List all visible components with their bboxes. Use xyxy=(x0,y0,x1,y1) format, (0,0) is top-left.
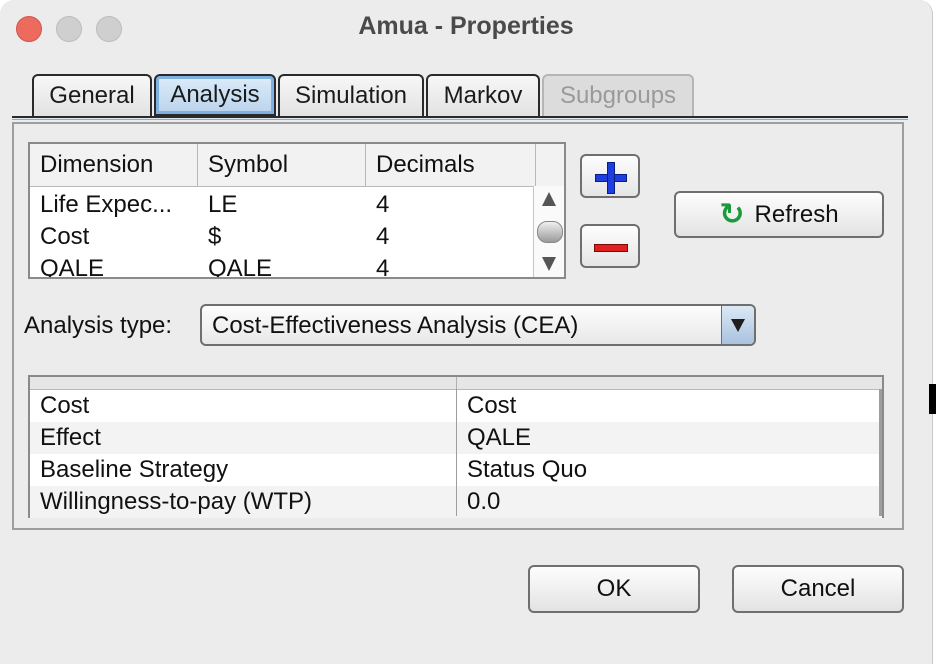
refresh-button[interactable]: ↻ Refresh xyxy=(674,191,884,238)
column-header-decimals[interactable]: Decimals xyxy=(366,144,536,186)
dimension-cell[interactable]: Life Expec... xyxy=(40,189,172,221)
table-header: Dimension Symbol Decimals xyxy=(30,144,564,187)
dimension-cell[interactable]: Cost xyxy=(40,221,89,253)
symbol-cell[interactable]: QALE xyxy=(208,253,272,277)
scroll-down-icon[interactable] xyxy=(542,257,556,271)
param-name-cell: Effect xyxy=(40,424,101,451)
title-bar[interactable]: Amua - Properties xyxy=(0,0,932,56)
analysis-type-value: Cost-Effectiveness Analysis (CEA) xyxy=(212,312,579,339)
column-divider xyxy=(456,377,457,389)
refresh-icon: ↻ xyxy=(719,197,745,231)
decimals-cell[interactable]: 4 xyxy=(376,189,389,221)
table-row[interactable]: QALE QALE 4 xyxy=(30,253,534,277)
cancel-button[interactable]: Cancel xyxy=(732,565,904,613)
analysis-parameters-table[interactable]: Cost Cost Effect QALE Baseline Strategy … xyxy=(28,375,884,518)
ok-button[interactable]: OK xyxy=(528,565,700,613)
dimension-cell[interactable]: QALE xyxy=(40,253,104,277)
param-name-cell: Willingness-to-pay (WTP) xyxy=(40,488,313,515)
resize-cursor-mark xyxy=(929,384,936,414)
vertical-scrollbar[interactable] xyxy=(533,186,564,277)
table-edge xyxy=(879,389,882,516)
param-name-cell: Cost xyxy=(40,392,90,419)
tab-general[interactable]: General xyxy=(32,74,152,116)
chevron-down-icon xyxy=(731,319,745,332)
tab-subgroups: Subgroups xyxy=(542,74,694,116)
tab-divider xyxy=(12,116,908,120)
minus-icon xyxy=(594,244,628,252)
properties-window: Amua - Properties General Analysis Simul… xyxy=(0,0,933,664)
param-value-cell[interactable]: Status Quo xyxy=(467,454,587,486)
tab-simulation[interactable]: Simulation xyxy=(278,74,424,116)
scroll-thumb[interactable] xyxy=(537,221,563,243)
scroll-up-icon[interactable] xyxy=(542,192,556,206)
table-row[interactable]: Life Expec... LE 4 xyxy=(30,189,534,221)
analysis-type-select[interactable]: Cost-Effectiveness Analysis (CEA) xyxy=(200,304,756,346)
column-header-symbol[interactable]: Symbol xyxy=(198,144,366,186)
symbol-cell[interactable]: LE xyxy=(208,189,237,221)
analysis-type-label: Analysis type: xyxy=(24,312,173,339)
decimals-cell[interactable]: 4 xyxy=(376,221,389,253)
dropdown-arrow[interactable] xyxy=(721,306,754,344)
column-divider xyxy=(456,389,457,516)
tab-markov[interactable]: Markov xyxy=(426,74,540,116)
param-value-cell[interactable]: QALE xyxy=(467,422,531,454)
plus-icon-vertical xyxy=(607,162,615,194)
refresh-button-label: Refresh xyxy=(754,200,839,228)
param-value-cell[interactable]: 0.0 xyxy=(467,486,500,518)
param-name-cell: Baseline Strategy xyxy=(40,456,229,483)
window-title: Amua - Properties xyxy=(358,12,574,40)
column-header-dimension[interactable]: Dimension xyxy=(30,144,198,186)
dimensions-table[interactable]: Dimension Symbol Decimals Life Expec... … xyxy=(28,142,566,279)
param-value-cell[interactable]: Cost xyxy=(467,390,516,422)
table-row[interactable]: Cost $ 4 xyxy=(30,221,534,253)
add-dimension-button[interactable] xyxy=(580,154,640,198)
remove-dimension-button[interactable] xyxy=(580,224,640,268)
symbol-cell[interactable]: $ xyxy=(208,221,221,253)
decimals-cell[interactable]: 4 xyxy=(376,253,389,277)
tab-analysis[interactable]: Analysis xyxy=(154,74,276,116)
